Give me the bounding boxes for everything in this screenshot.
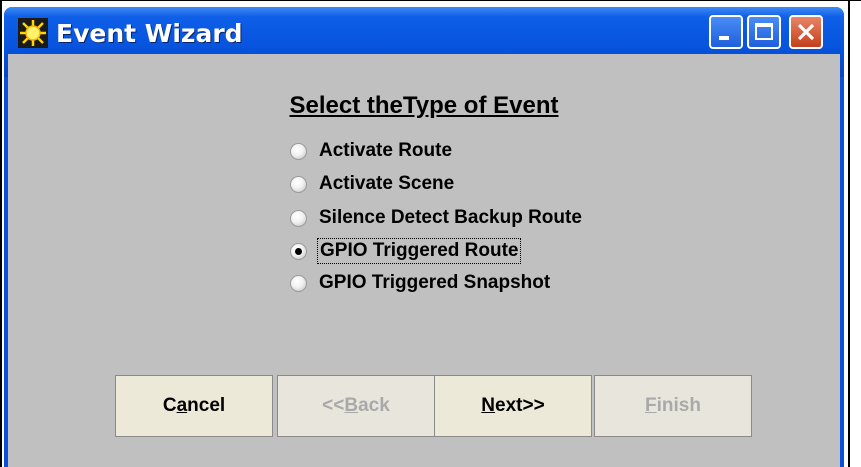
wizard-heading: Select theType of Event xyxy=(289,92,559,119)
sun-icon xyxy=(18,18,48,48)
frame-left-border xyxy=(0,0,2,467)
radio-label[interactable]: Activate Route xyxy=(319,140,452,162)
radio-label[interactable]: GPIO Triggered Route xyxy=(316,238,522,264)
maximize-button[interactable] xyxy=(747,15,781,49)
minimize-icon xyxy=(719,36,729,40)
wizard-client-area: Select theType of Event Activate Route A… xyxy=(8,54,840,467)
radio-button[interactable] xyxy=(290,176,307,193)
finish-button[interactable]: Finish xyxy=(594,375,752,437)
radio-button[interactable] xyxy=(290,275,307,292)
event-wizard-window: Event Wizard Select theType of Event Act… xyxy=(4,7,844,467)
close-button[interactable] xyxy=(789,15,823,49)
cancel-button[interactable]: Cancel xyxy=(115,375,273,437)
close-icon xyxy=(797,23,815,41)
radio-button-selected[interactable] xyxy=(290,243,307,260)
radio-button[interactable] xyxy=(290,210,307,227)
minimize-button[interactable] xyxy=(709,15,743,49)
next-button[interactable]: Next>> xyxy=(434,375,592,437)
frame-right-border xyxy=(848,0,850,467)
frame-top-border xyxy=(0,0,861,1)
window-title: Event Wizard xyxy=(56,19,243,48)
radio-label[interactable]: GPIO Triggered Snapshot xyxy=(319,272,550,294)
maximize-icon xyxy=(755,23,773,40)
radio-label[interactable]: Silence Detect Backup Route xyxy=(319,207,582,229)
back-button[interactable]: <<Back xyxy=(277,375,435,437)
radio-button[interactable] xyxy=(290,143,307,160)
radio-label[interactable]: Activate Scene xyxy=(319,173,454,195)
